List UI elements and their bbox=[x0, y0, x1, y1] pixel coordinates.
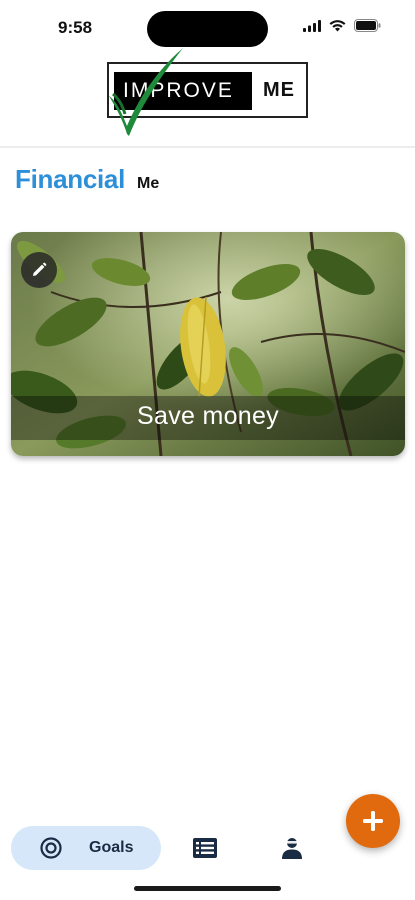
goal-card[interactable]: Save money bbox=[11, 232, 405, 456]
logo-word-improve: IMPROVE bbox=[123, 79, 234, 102]
app-logo: IMPROVE ME bbox=[107, 62, 308, 118]
dynamic-island bbox=[147, 11, 268, 47]
battery-icon bbox=[354, 19, 381, 37]
signal-icon bbox=[303, 19, 321, 37]
status-time: 9:58 bbox=[58, 18, 93, 37]
target-icon bbox=[40, 837, 62, 859]
goal-label: Save money bbox=[137, 402, 279, 430]
wifi-icon bbox=[329, 19, 346, 37]
nav-item-profile[interactable] bbox=[278, 834, 306, 862]
status-bar: 9:58 bbox=[0, 0, 415, 56]
list-icon bbox=[193, 838, 217, 858]
nav-goals-label: Goals bbox=[89, 839, 134, 856]
logo-word-me: ME bbox=[263, 79, 295, 101]
bottom-nav: Goals bbox=[0, 818, 415, 880]
nav-item-goals[interactable]: Goals bbox=[11, 826, 161, 870]
edit-goal-button[interactable] bbox=[21, 252, 57, 288]
nav-item-list[interactable] bbox=[191, 834, 219, 862]
header-divider bbox=[0, 146, 415, 148]
home-indicator bbox=[134, 886, 281, 891]
status-icons bbox=[303, 19, 381, 37]
pencil-icon bbox=[33, 262, 47, 276]
person-icon bbox=[282, 838, 302, 859]
page-subtitle: Me bbox=[137, 175, 160, 192]
page-title: Financial bbox=[15, 164, 125, 194]
page-title-row: Financial Me bbox=[15, 164, 159, 195]
